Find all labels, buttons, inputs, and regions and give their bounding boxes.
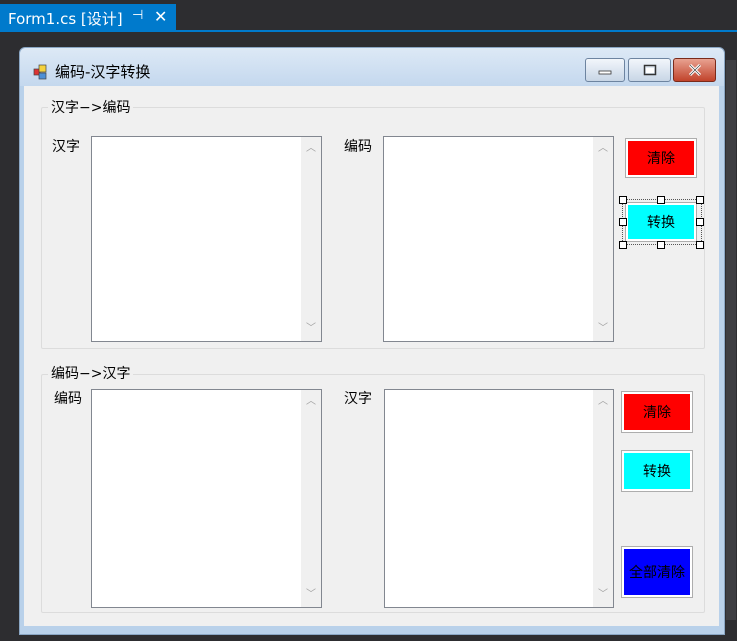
close-tab-icon[interactable]: ✕ — [154, 7, 167, 26]
minimize-button[interactable] — [585, 58, 625, 82]
designer-scrollbar[interactable] — [726, 60, 736, 620]
resize-handle[interactable] — [619, 218, 627, 226]
tab-title: Form1.cs [设计] — [8, 10, 123, 28]
groupbox-title-code-to-hanzi: 编码−>汉字 — [48, 363, 134, 383]
textbox-scrollbar[interactable]: ︿ ﹀ — [301, 390, 321, 607]
code-output-textbox[interactable]: ︿ ﹀ — [383, 136, 614, 342]
textbox-scrollbar[interactable]: ︿ ﹀ — [593, 390, 613, 607]
clear-all-button-face: 全部清除 — [624, 549, 690, 595]
chevron-down-icon[interactable]: ﹀ — [596, 323, 610, 335]
form-client-area: 汉字−>编码 汉字 ︿ ﹀ 编码 ︿ ﹀ 清除 转换 编码−>汉字 编码 ︿ ﹀… — [24, 86, 719, 626]
chevron-down-icon[interactable]: ﹀ — [304, 323, 318, 335]
resize-handle[interactable] — [696, 218, 704, 226]
convert-button-2[interactable]: 转换 — [621, 450, 693, 492]
clear-button-1-face: 清除 — [628, 141, 694, 175]
convert-button-2-face: 转换 — [624, 453, 690, 489]
pin-icon[interactable]: ⊣ — [132, 8, 143, 23]
clear-button-2-face: 清除 — [624, 394, 690, 430]
close-icon — [674, 59, 715, 81]
textbox-scrollbar[interactable]: ︿ ﹀ — [301, 137, 321, 341]
resize-handle[interactable] — [696, 196, 704, 204]
form-window[interactable]: 编码-汉字转换 汉字−>编码 汉字 ︿ ﹀ 编码 ︿ ﹀ 清除 转换 编码−>汉… — [19, 47, 725, 635]
clear-button-1[interactable]: 清除 — [625, 138, 697, 178]
chevron-down-icon[interactable]: ﹀ — [596, 589, 610, 601]
resize-handle[interactable] — [657, 241, 665, 249]
form-title: 编码-汉字转换 — [55, 63, 151, 81]
chevron-down-icon[interactable]: ﹀ — [304, 589, 318, 601]
code-input-textbox[interactable]: ︿ ﹀ — [91, 389, 322, 608]
chevron-up-icon[interactable]: ︿ — [304, 143, 318, 155]
groupbox-title-hanzi-to-code: 汉字−>编码 — [48, 97, 134, 117]
form-titlebar[interactable]: 编码-汉字转换 — [20, 48, 724, 86]
close-button[interactable] — [673, 58, 716, 82]
maximize-button[interactable] — [628, 58, 671, 82]
label-code-input: 编码 — [54, 391, 82, 407]
textbox-scrollbar[interactable]: ︿ ﹀ — [593, 137, 613, 341]
clear-all-button[interactable]: 全部清除 — [621, 546, 693, 598]
hanzi-output-textbox[interactable]: ︿ ﹀ — [384, 389, 614, 608]
tab-form1-design[interactable]: Form1.cs [设计] ⊣ ✕ — [0, 4, 176, 31]
form-app-icon — [33, 64, 47, 80]
convert-button-1[interactable]: 转换 — [625, 202, 697, 242]
chevron-up-icon[interactable]: ︿ — [596, 143, 610, 155]
chevron-up-icon[interactable]: ︿ — [304, 396, 318, 408]
label-code-output: 编码 — [344, 139, 372, 155]
clear-button-2[interactable]: 清除 — [621, 391, 693, 433]
hanzi-input-textbox[interactable]: ︿ ﹀ — [91, 136, 322, 342]
resize-handle[interactable] — [657, 196, 665, 204]
label-hanzi-output: 汉字 — [344, 391, 372, 407]
resize-handle[interactable] — [619, 196, 627, 204]
convert-button-1-face: 转换 — [628, 205, 694, 239]
ide-tab-bar: Form1.cs [设计] ⊣ ✕ — [0, 0, 737, 31]
maximize-icon — [629, 59, 670, 81]
minimize-icon — [586, 59, 624, 81]
chevron-up-icon[interactable]: ︿ — [596, 396, 610, 408]
resize-handle[interactable] — [619, 241, 627, 249]
resize-handle[interactable] — [696, 241, 704, 249]
label-hanzi-input: 汉字 — [52, 139, 80, 155]
